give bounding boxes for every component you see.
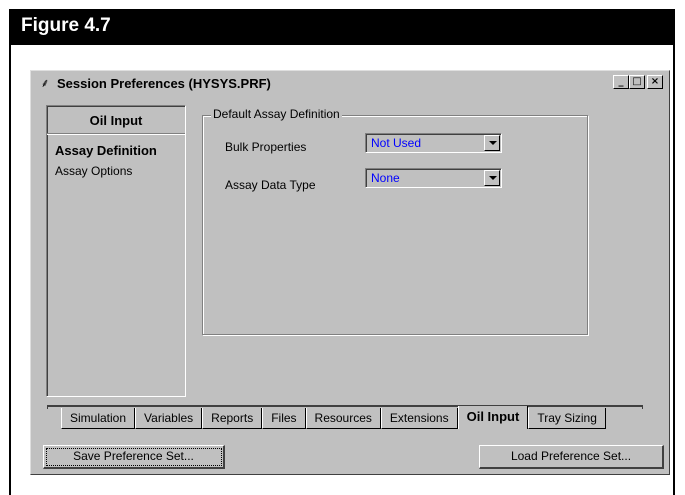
minimize-icon: _	[618, 76, 624, 87]
preferences-content: Oil Input Assay Definition Assay Options…	[36, 97, 662, 405]
session-preferences-window: ⸙ Session Preferences (HYSYS.PRF) _ □ × …	[30, 70, 670, 475]
maximize-button[interactable]: □	[629, 75, 645, 89]
title-bar[interactable]: ⸙ Session Preferences (HYSYS.PRF) _ □ ×	[33, 73, 667, 93]
tab-reports[interactable]: Reports	[202, 408, 263, 429]
assay-data-type-value: None	[371, 171, 400, 185]
tab-simulation[interactable]: Simulation	[61, 408, 136, 429]
group-legend: Default Assay Definition	[211, 107, 342, 121]
minimize-button[interactable]: _	[613, 75, 629, 89]
category-list-header: Oil Input	[47, 106, 185, 134]
tab-extensions[interactable]: Extensions	[380, 408, 458, 429]
bulk-properties-label: Bulk Properties	[225, 140, 307, 154]
tab-tray-sizing[interactable]: Tray Sizing	[528, 408, 606, 429]
bulk-properties-value: Not Used	[371, 136, 422, 150]
figure-title: Figure 4.7	[9, 9, 675, 45]
save-preference-set-button[interactable]: Save Preference Set...	[43, 445, 225, 469]
bulk-properties-dropdown[interactable]: Not Used	[365, 133, 502, 153]
tab-variables[interactable]: Variables	[135, 408, 203, 429]
maximize-icon: □	[632, 76, 642, 87]
hysys-app-icon[interactable]: ⸙	[37, 75, 53, 91]
chevron-down-icon[interactable]	[484, 170, 500, 186]
close-icon: ×	[650, 76, 660, 87]
close-button[interactable]: ×	[647, 75, 663, 89]
assay-data-type-label: Assay Data Type	[225, 178, 316, 192]
tab-oil-input[interactable]: Oil Input	[457, 406, 529, 429]
list-item-assay-options[interactable]: Assay Options	[47, 158, 185, 178]
tab-strip: Simulation Variables Reports Files Resou…	[61, 406, 606, 430]
tab-files[interactable]: Files	[262, 408, 306, 429]
category-list: Oil Input Assay Definition Assay Options	[46, 105, 186, 397]
assay-data-type-dropdown[interactable]: None	[365, 168, 502, 188]
load-preference-set-button[interactable]: Load Preference Set...	[479, 445, 664, 469]
tab-resources[interactable]: Resources	[305, 408, 381, 429]
chevron-down-icon[interactable]	[484, 135, 500, 151]
default-assay-definition-group: Default Assay Definition Bulk Properties…	[202, 107, 588, 335]
list-item-assay-definition[interactable]: Assay Definition	[47, 134, 185, 158]
window-title: Session Preferences (HYSYS.PRF)	[57, 75, 271, 91]
